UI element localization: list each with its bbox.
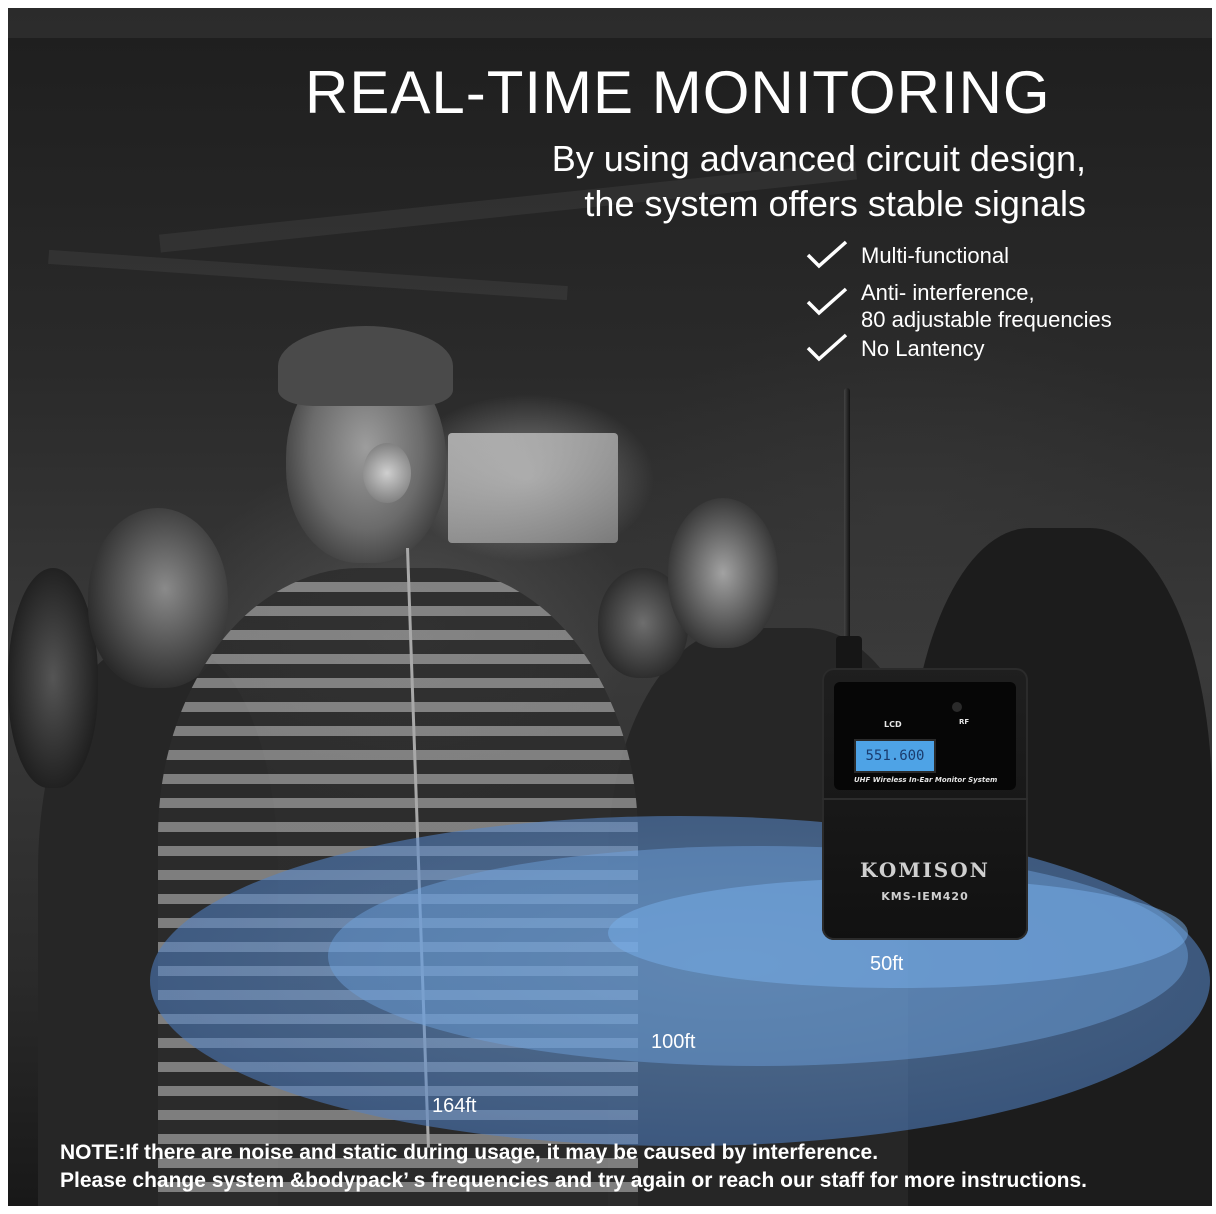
page-title: REAL-TIME MONITORING [305, 59, 1051, 126]
feature-text: Anti- interference, [861, 280, 1035, 305]
feature-item: No Lantency [805, 333, 1112, 362]
ceiling-beam [8, 8, 1212, 38]
usage-note: NOTE:If there are noise and static durin… [60, 1139, 1087, 1195]
range-label-middle: 100ft [651, 1031, 696, 1053]
background-screen [448, 433, 618, 543]
antenna [844, 388, 850, 653]
range-label-inner: 50ft [870, 953, 904, 975]
brand-logo: KOMISON [860, 858, 990, 882]
note-line-1: NOTE:If there are noise and static durin… [60, 1141, 879, 1164]
feature-item: Anti- interference, 80 adjustable freque… [805, 279, 1112, 333]
feature-list: Multi-functional Anti- interference, 80 … [805, 240, 1112, 372]
singer-cap [278, 326, 453, 406]
feature-text: No Lantency [861, 336, 985, 361]
subtitle: By using advanced circuit design, the sy… [552, 136, 1086, 226]
feature-item: Multi-functional [805, 240, 1112, 269]
feature-text-secondary: 80 adjustable frequencies [861, 307, 1112, 332]
feature-text: Multi-functional [861, 243, 1009, 268]
device-seam [822, 798, 1028, 800]
bodypack-receiver: LCD RF 551.600 UHF Wireless In-Ear Monit… [822, 668, 1028, 940]
device-description: UHF Wireless In-Ear Monitor System [854, 776, 998, 784]
subtitle-line-1: By using advanced circuit design, [551, 138, 1086, 179]
audience-member [668, 498, 778, 648]
check-icon [806, 287, 848, 316]
rf-led-icon [952, 702, 962, 712]
range-label-outer: 164ft [432, 1095, 477, 1117]
audience-member [8, 568, 98, 788]
rf-label: RF [959, 718, 970, 726]
check-icon [806, 333, 848, 362]
device-control-panel: LCD RF 551.600 UHF Wireless In-Ear Monit… [834, 682, 1016, 790]
subtitle-line-2: the system offers stable signals [584, 183, 1086, 224]
model-number: KMS-IEM420 [881, 890, 969, 903]
microphone [363, 443, 411, 503]
lcd-display: 551.600 [854, 739, 936, 773]
note-line-2: Please change system &bodypack’ s freque… [60, 1169, 1087, 1192]
check-icon [806, 240, 848, 269]
ceiling-beam [48, 249, 568, 301]
lcd-label: LCD [884, 720, 902, 729]
